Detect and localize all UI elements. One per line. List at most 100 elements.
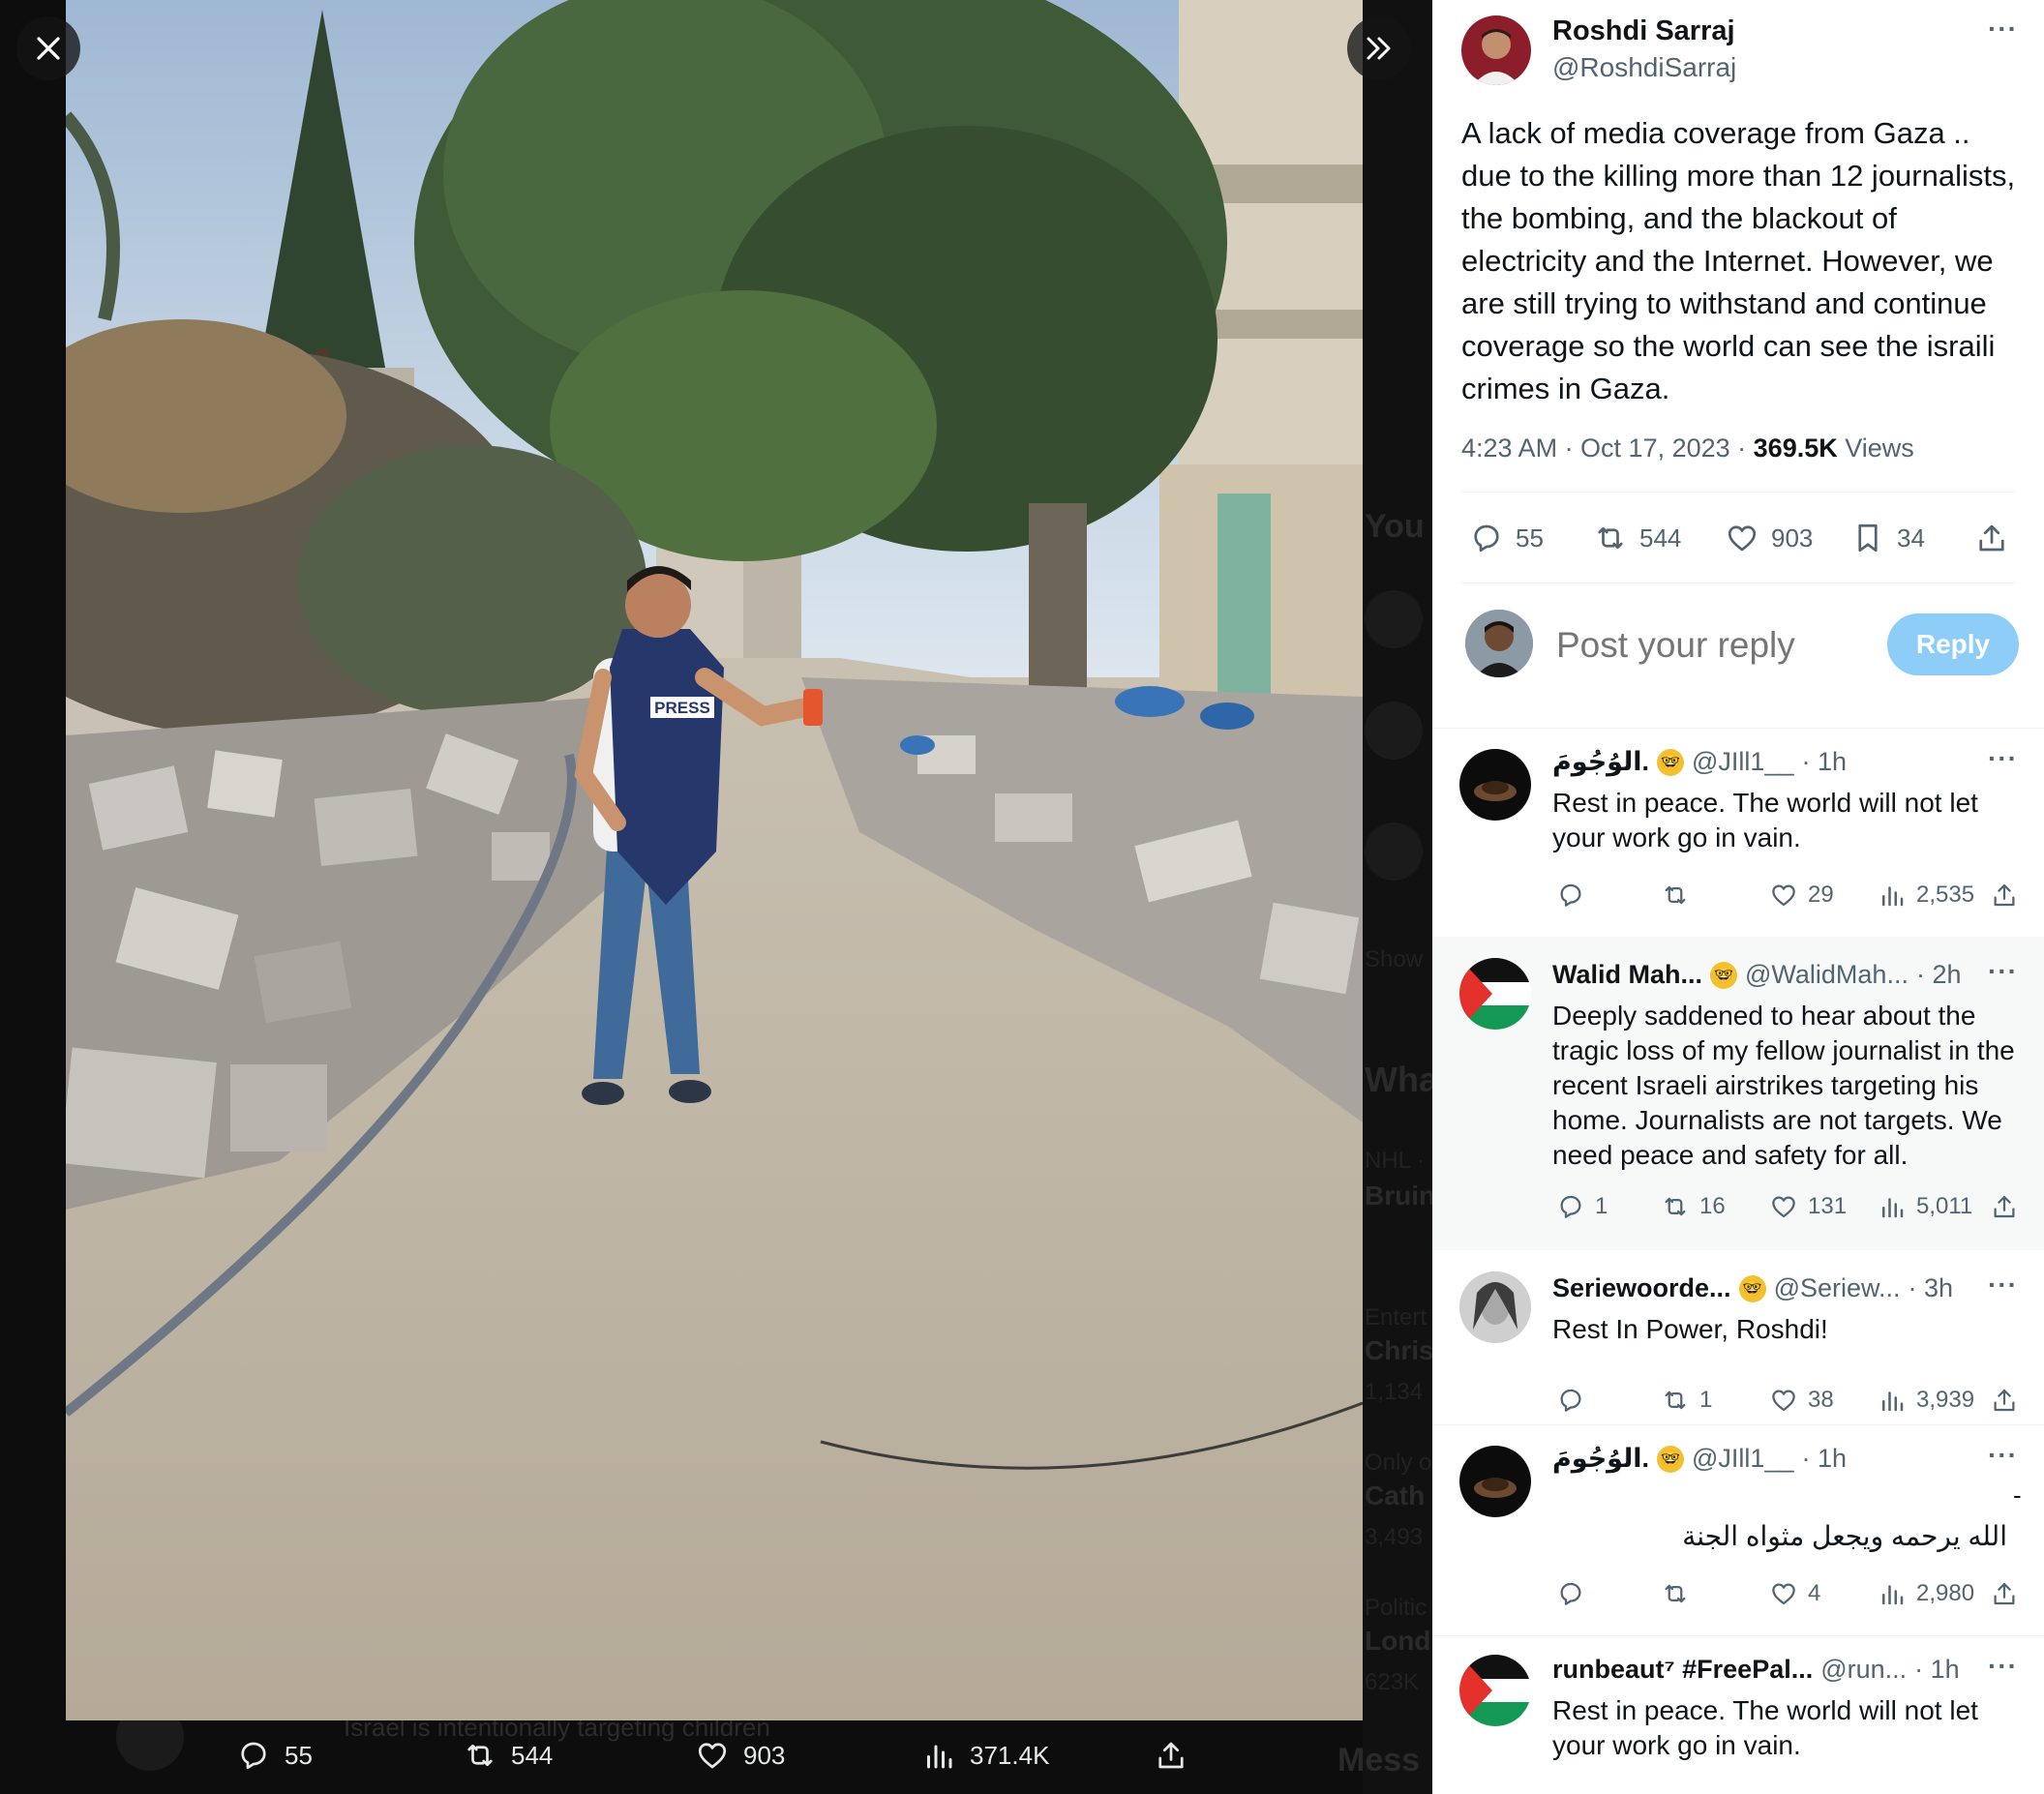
- reply-button[interactable]: [1556, 1579, 1595, 1608]
- ghost-text: Only o: [1365, 1450, 1432, 1476]
- tweet-photo[interactable]: PRESS: [66, 0, 1363, 1720]
- reply-item[interactable]: Seriewoorde... 🤓 @Seriew... · 3h ··· Res…: [1432, 1250, 2044, 1424]
- share-button[interactable]: [1990, 1192, 2019, 1221]
- reply-item[interactable]: الوُجُومَ. 🤓 @JIll1__ · 1h ··· Rest in p…: [1432, 735, 2044, 937]
- like-button[interactable]: 4: [1769, 1579, 1820, 1608]
- reply-composer: Reply: [1432, 600, 2044, 726]
- like-count: 38: [1808, 1387, 1834, 1413]
- media-reply-button[interactable]: 55: [236, 1738, 313, 1773]
- more-options-icon[interactable]: ···: [1988, 956, 2018, 987]
- more-options-icon[interactable]: ···: [1988, 1270, 2018, 1301]
- double-chevron-right-icon: [1367, 37, 1391, 60]
- reply-avatar[interactable]: [1459, 1655, 1531, 1726]
- views-count: 5,011: [1916, 1193, 1973, 1219]
- like-button[interactable]: 38: [1769, 1386, 1834, 1415]
- like-count: 131: [1808, 1193, 1848, 1219]
- repost-button[interactable]: 544: [1593, 521, 1681, 555]
- ghost-text: 3,493: [1365, 1524, 1424, 1550]
- media-like-button[interactable]: 903: [695, 1738, 785, 1773]
- reply-author-name[interactable]: الوُجُومَ.: [1552, 1444, 1649, 1474]
- reply-item[interactable]: runbeaut⁷ #FreePal... @run... · 1h ··· R…: [1432, 1637, 2044, 1794]
- close-button[interactable]: [16, 16, 80, 80]
- like-button[interactable]: 29: [1769, 881, 1834, 910]
- reply-button[interactable]: 1: [1556, 1192, 1608, 1221]
- repost-button[interactable]: 16: [1661, 1192, 1726, 1221]
- reply-author-name[interactable]: Seriewoorde...: [1552, 1273, 1731, 1303]
- repost-button[interactable]: 1: [1661, 1386, 1712, 1415]
- reply-time[interactable]: · 1h: [1914, 1655, 1960, 1685]
- reply-time[interactable]: · 1h: [1801, 1444, 1847, 1474]
- author-handle[interactable]: @RoshdiSarraj: [1552, 52, 1736, 83]
- ghost-text: Politic: [1365, 1595, 1428, 1621]
- reply-submit-button[interactable]: Reply: [1887, 613, 2019, 675]
- more-options-icon[interactable]: ···: [1988, 1440, 2018, 1471]
- reply-avatar[interactable]: [1459, 749, 1531, 821]
- author-name[interactable]: Roshdi Sarraj: [1552, 15, 1735, 47]
- reply-author-handle[interactable]: @run...: [1820, 1655, 1907, 1685]
- more-options-icon[interactable]: ···: [1988, 1651, 2018, 1682]
- heart-icon: [1728, 525, 1757, 552]
- reply-header: Seriewoorde... 🤓 @Seriew... · 3h: [1552, 1273, 1953, 1303]
- reply-avatar[interactable]: [1459, 1446, 1531, 1517]
- views-button[interactable]: 2,535: [1878, 881, 1974, 910]
- tweet-timestamp[interactable]: 4:23 AM · Oct 17, 2023 ·: [1461, 434, 1754, 463]
- reply-author-name[interactable]: الوُجُومَ.: [1552, 747, 1649, 777]
- views-button[interactable]: 5,011: [1878, 1192, 1972, 1221]
- like-button[interactable]: 903: [1725, 521, 1813, 555]
- media-views-button[interactable]: 371.4K: [921, 1738, 1049, 1773]
- media-reply-count: 55: [285, 1740, 313, 1770]
- views-chart-icon: [1882, 1391, 1904, 1412]
- reply-button[interactable]: [1556, 881, 1595, 910]
- reply-author-name[interactable]: runbeaut⁷ #FreePal...: [1552, 1655, 1813, 1685]
- repost-count: 1: [1699, 1387, 1713, 1413]
- like-button[interactable]: 131: [1769, 1192, 1847, 1221]
- media-viewer: You Show Wha NHL · Bruin Entert Chris 1,…: [0, 0, 1432, 1794]
- expand-panel-button[interactable]: [1347, 16, 1411, 80]
- repost-button[interactable]: [1661, 1579, 1699, 1608]
- media-repost-button[interactable]: 544: [463, 1738, 553, 1773]
- media-share-button[interactable]: [1154, 1738, 1188, 1773]
- reply-text: Rest in peace. The world will not let yo…: [1552, 788, 1978, 852]
- reply-button[interactable]: 55: [1469, 521, 1544, 555]
- views-button[interactable]: 2,980: [1878, 1579, 1974, 1608]
- views-button[interactable]: 3,939: [1878, 1386, 1974, 1415]
- ghost-text: Wha: [1365, 1060, 1432, 1099]
- heart-icon: [1772, 884, 1795, 907]
- reply-item[interactable]: Walid Mah... 🤓 @WalidMah... · 2h ··· Dee…: [1432, 937, 2044, 1250]
- reply-text: Rest In Power, Roshdi!: [1552, 1314, 1828, 1344]
- more-options-icon[interactable]: ···: [1988, 14, 2018, 45]
- ghost-avatar: [1365, 590, 1423, 648]
- reply-time[interactable]: · 2h: [1916, 960, 1962, 990]
- ghost-text: 623K: [1365, 1669, 1420, 1695]
- reply-author-handle[interactable]: @JIll1__: [1692, 1444, 1793, 1474]
- nerd-emoji-icon: 🤓: [1710, 961, 1737, 989]
- reply-avatar[interactable]: [1459, 1271, 1531, 1343]
- reply-icon: [1474, 524, 1499, 553]
- reply-input[interactable]: [1556, 621, 1866, 670]
- views-chart-icon: [927, 1745, 952, 1769]
- more-options-icon[interactable]: ···: [1988, 743, 2018, 774]
- repost-button[interactable]: [1661, 881, 1699, 910]
- share-button[interactable]: [1990, 881, 2019, 910]
- bookmark-button[interactable]: 34: [1850, 521, 1925, 555]
- reply-time[interactable]: · 3h: [1909, 1273, 1954, 1303]
- reply-avatar[interactable]: [1459, 958, 1531, 1030]
- share-button[interactable]: [1974, 521, 2009, 555]
- reply-button[interactable]: [1556, 1386, 1595, 1415]
- divider: [1432, 728, 2044, 729]
- reply-author-handle[interactable]: @Seriew...: [1774, 1273, 1901, 1303]
- reply-header: الوُجُومَ. 🤓 @JIll1__ · 1h: [1552, 1444, 1847, 1474]
- ghost-text: Chris: [1365, 1335, 1432, 1365]
- reply-author-handle[interactable]: @WalidMah...: [1745, 960, 1909, 990]
- author-avatar[interactable]: [1461, 15, 1531, 85]
- share-button[interactable]: [1990, 1579, 2019, 1608]
- share-button[interactable]: [1990, 1386, 2019, 1415]
- views-count: 2,980: [1916, 1580, 1975, 1606]
- current-user-avatar[interactable]: [1465, 610, 1533, 677]
- bookmark-count: 34: [1897, 523, 1925, 553]
- reply-author-handle[interactable]: @JIll1__: [1692, 747, 1793, 777]
- repost-count: 544: [1639, 523, 1682, 553]
- reply-time[interactable]: · 1h: [1801, 747, 1847, 777]
- reply-author-name[interactable]: Walid Mah...: [1552, 960, 1702, 990]
- reply-item[interactable]: الوُجُومَ. 🤓 @JIll1__ · 1h ··· - الله ير…: [1432, 1432, 2044, 1633]
